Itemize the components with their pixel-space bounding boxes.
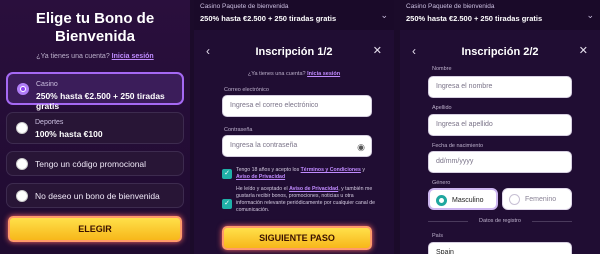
terms-mid: y xyxy=(362,167,365,173)
close-icon[interactable]: ✕ xyxy=(579,44,588,57)
radio-selected-icon[interactable] xyxy=(436,195,447,206)
chevron-down-icon[interactable]: ⌄ xyxy=(380,10,388,21)
dob-field[interactable]: dd/mm/yyyy xyxy=(428,151,572,173)
login-prompt: ¿Ya tienes una cuenta? Inicia sesión xyxy=(0,53,190,60)
step-title: Inscripción 1/2 xyxy=(255,46,333,58)
registration-step2-panel: Casino Paquete de bienvenida 250% hasta … xyxy=(400,0,600,254)
login-link[interactable]: Inicia sesión xyxy=(112,53,154,60)
password-placeholder: Ingresa la contraseña xyxy=(230,142,298,149)
radio-icon[interactable] xyxy=(16,190,28,202)
login-prompt: ¿Ya tienes una cuenta? Inicia sesión xyxy=(194,71,394,77)
email-field[interactable]: Ingresa el correo electrónico xyxy=(222,95,372,117)
password-field[interactable]: Ingresa la contraseña ◉ xyxy=(222,135,372,157)
registration-step1-panel: Casino Paquete de bienvenida 250% hasta … xyxy=(194,0,394,254)
bonus-header-subtitle: Casino Paquete de bienvenida xyxy=(406,3,495,10)
name-field[interactable]: Ingresa el nombre xyxy=(428,76,572,98)
bonus-option-category: Deportes xyxy=(35,119,64,126)
gender-male-label: Masculino xyxy=(452,197,484,204)
bonus-option-no-bonus[interactable]: No deseo un bono de bienvenida xyxy=(6,183,184,208)
gender-label: Género xyxy=(432,180,451,186)
lastname-label: Apellido xyxy=(432,105,452,111)
marketing-text: He leído y aceptado el Aviso de Privacid… xyxy=(236,186,376,214)
divider xyxy=(532,221,572,222)
radio-icon[interactable] xyxy=(509,194,520,205)
bonus-option-label: 100% hasta €100 xyxy=(35,129,103,139)
bonus-option-label: 250% hasta €2.500 + 250 tiradas gratis xyxy=(36,91,165,111)
marketing-checkbox[interactable]: ✓ xyxy=(222,199,232,209)
login-prompt-text: ¿Ya tienes una cuenta? xyxy=(247,71,306,77)
login-prompt-text: ¿Ya tienes una cuenta? xyxy=(36,53,110,60)
bonus-header[interactable]: Casino Paquete de bienvenida 250% hasta … xyxy=(400,0,600,30)
radio-icon[interactable] xyxy=(16,158,28,170)
bonus-header[interactable]: Casino Paquete de bienvenida 250% hasta … xyxy=(194,0,394,30)
bonus-option-casino[interactable]: Casino 250% hasta €2.500 + 250 tiradas g… xyxy=(6,72,184,111)
close-icon[interactable]: ✕ xyxy=(373,44,382,57)
bonus-option-label: No deseo un bono de bienvenida xyxy=(35,191,160,201)
bonus-header-title: 250% hasta €2.500 + 250 tiradas gratis xyxy=(200,14,337,23)
radio-icon[interactable] xyxy=(16,122,28,134)
gender-female-label: Femenino xyxy=(525,196,557,203)
terms-pre: Tengo 18 años y acepto los xyxy=(236,167,300,173)
privacy-link[interactable]: Aviso de Privacidad xyxy=(236,174,285,180)
bonus-title: Elige tu Bono de Bienvenida xyxy=(35,10,155,45)
name-label: Nombre xyxy=(432,66,452,72)
next-step-button[interactable]: SIGUIENTE PASO xyxy=(222,226,372,250)
gender-female-option[interactable]: Femenino xyxy=(502,188,572,210)
bonus-option-category: Casino xyxy=(36,81,58,88)
bonus-selection-panel: Elige tu Bono de Bienvenida ¿Ya tienes u… xyxy=(0,0,190,254)
choose-button[interactable]: ELEGIR xyxy=(8,216,182,242)
gender-male-option[interactable]: Masculino xyxy=(428,188,498,210)
terms-checkbox[interactable]: ✓ xyxy=(222,169,232,179)
lastname-field[interactable]: Ingresa el apellido xyxy=(428,114,572,136)
country-select[interactable]: Spain xyxy=(428,242,572,254)
password-label: Contraseña xyxy=(224,127,253,133)
bonus-header-subtitle: Casino Paquete de bienvenida xyxy=(200,3,289,10)
terms-link[interactable]: Términos y Condiciones xyxy=(301,167,361,173)
privacy-pre: He leído y aceptado el xyxy=(236,186,288,192)
step-title: Inscripción 2/2 xyxy=(461,46,539,58)
chevron-down-icon[interactable]: ⌄ xyxy=(586,10,594,21)
dob-label: Fecha de nacimiento xyxy=(432,143,484,149)
terms-text: Tengo 18 años y acepto los Términos y Co… xyxy=(236,167,376,181)
country-label: País xyxy=(432,233,444,239)
bonus-option-promo-code[interactable]: Tengo un código promocional xyxy=(6,151,184,176)
email-label: Correo electrónico xyxy=(224,87,269,93)
login-link[interactable]: Inicia sesión xyxy=(307,71,340,77)
bonus-option-sports[interactable]: Deportes 100% hasta €100 xyxy=(6,112,184,144)
radio-selected-icon[interactable] xyxy=(17,83,29,95)
privacy-link-2[interactable]: Aviso de Privacidad xyxy=(289,186,338,192)
eye-icon[interactable]: ◉ xyxy=(357,137,365,157)
bonus-header-title: 250% hasta €2.500 + 250 tiradas gratis xyxy=(406,14,543,23)
bonus-option-label: Tengo un código promocional xyxy=(35,159,147,169)
